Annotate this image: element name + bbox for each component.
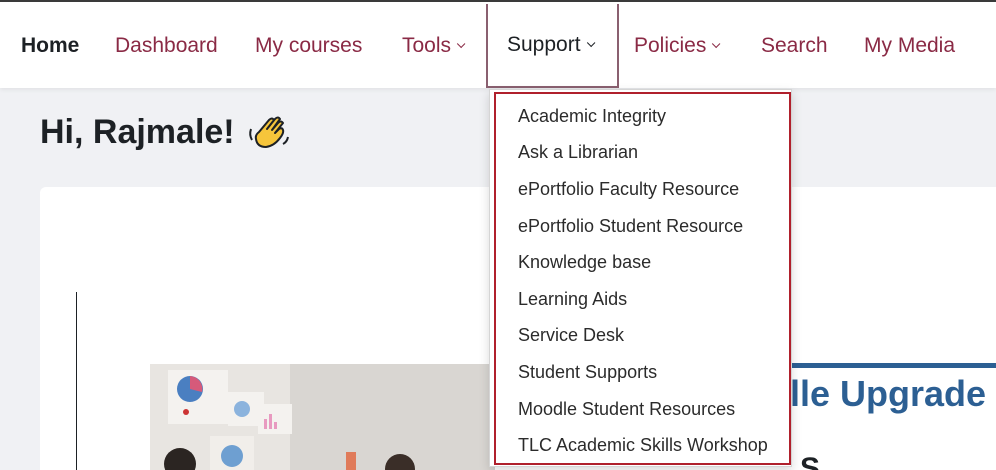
menu-item-knowledge-base[interactable]: Knowledge base xyxy=(518,244,768,281)
menu-item-eportfolio-student[interactable]: ePortfolio Student Resource xyxy=(518,208,768,245)
menu-item-moodle-student-resources[interactable]: Moodle Student Resources xyxy=(518,391,768,428)
greeting-text: Hi, Rajmale! xyxy=(40,112,235,151)
menu-item-tlc-workshop[interactable]: TLC Academic Skills Workshop xyxy=(518,427,768,464)
nav-my-courses[interactable]: My courses xyxy=(255,4,362,88)
waving-hand-icon xyxy=(248,116,289,148)
banner-title: lle Upgrade xyxy=(790,373,987,414)
nav-tools[interactable]: Tools xyxy=(402,4,466,88)
banner-accent-bar xyxy=(790,363,996,368)
nav-support[interactable]: Support xyxy=(486,4,619,88)
chevron-down-icon xyxy=(456,39,466,49)
menu-item-learning-aids[interactable]: Learning Aids xyxy=(518,281,768,318)
banner-subtitle: S xyxy=(800,452,821,470)
banner-photo xyxy=(150,364,495,470)
nav-search[interactable]: Search xyxy=(761,4,828,88)
nav-my-media[interactable]: My Media xyxy=(864,4,955,88)
primary-navigation: Home Dashboard My courses Tools Support … xyxy=(0,0,996,88)
chevron-down-icon xyxy=(712,39,721,49)
support-menu-list: Academic Integrity Ask a Librarian ePort… xyxy=(518,98,768,464)
nav-support-label: Support xyxy=(507,33,581,56)
menu-item-service-desk[interactable]: Service Desk xyxy=(518,318,768,355)
menu-item-eportfolio-faculty[interactable]: ePortfolio Faculty Resource xyxy=(518,171,768,208)
menu-item-ask-a-librarian[interactable]: Ask a Librarian xyxy=(518,135,768,172)
page-greeting: Hi, Rajmale! xyxy=(40,112,291,152)
nav-policies[interactable]: Policies xyxy=(634,4,721,88)
menu-item-academic-integrity[interactable]: Academic Integrity xyxy=(518,98,768,135)
menu-item-student-supports[interactable]: Student Supports xyxy=(518,354,768,391)
nav-dashboard[interactable]: Dashboard xyxy=(115,4,218,88)
nav-home[interactable]: Home xyxy=(21,4,79,88)
divider-line xyxy=(76,292,77,470)
nav-policies-label: Policies xyxy=(634,34,707,57)
chevron-down-icon xyxy=(586,38,595,48)
nav-tools-label: Tools xyxy=(402,34,452,57)
